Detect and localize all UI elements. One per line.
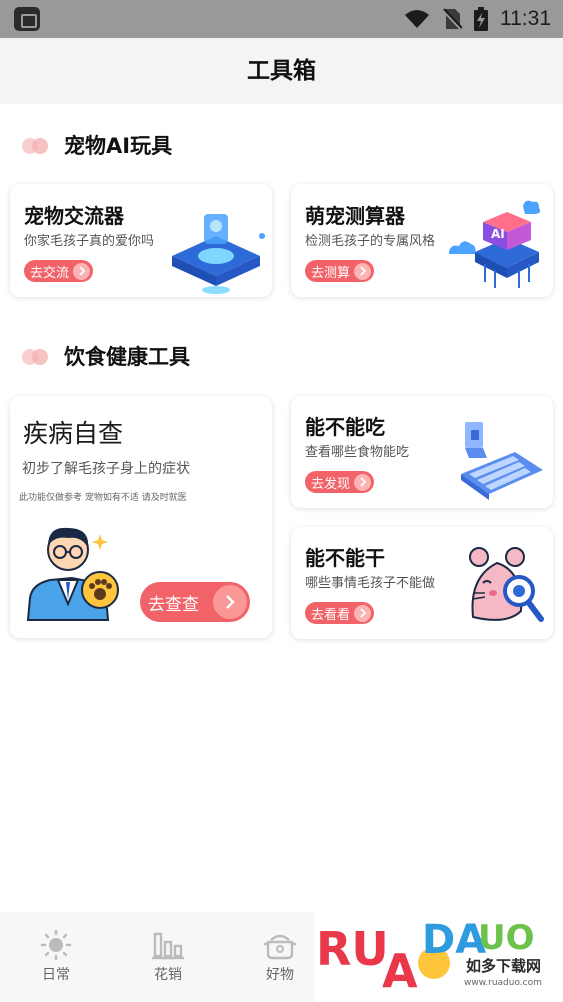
card-subtitle: 你家毛孩子真的爱你吗 — [24, 234, 155, 249]
button-label: 去交流 — [30, 265, 70, 281]
section-dots-icon — [22, 347, 50, 365]
chevron-right-icon — [354, 262, 372, 280]
no-sim-icon — [442, 8, 462, 30]
section-dots-icon — [22, 136, 50, 154]
svg-text:UO: UO — [478, 918, 535, 958]
section-title: 宠物AI玩具 — [64, 134, 173, 158]
button-label: 去发现 — [311, 476, 351, 492]
svg-text:RU: RU — [316, 922, 389, 976]
tab-expenses[interactable]: 花销 — [128, 930, 208, 984]
chevron-right-icon — [354, 604, 372, 622]
nav-bar: 工具箱 — [0, 38, 563, 104]
card-title: 宠物交流器 — [24, 204, 124, 228]
go-discover-button[interactable]: 去发现 — [305, 471, 375, 493]
status-icons: 11:31 — [404, 0, 551, 38]
go-look-button[interactable]: 去看看 — [305, 602, 375, 624]
page-title: 工具箱 — [247, 58, 316, 84]
section-header-pet-ai: 宠物AI玩具 — [22, 130, 172, 160]
notification-app-icon — [14, 7, 40, 31]
status-time: 11:31 — [500, 7, 551, 30]
sun-icon — [40, 930, 72, 960]
go-communicate-button[interactable]: 去交流 — [24, 260, 94, 282]
card-pet-calculator[interactable]: 萌宠测算器 检测毛孩子的专属风格 去测算 AI — [291, 184, 553, 297]
bar-chart-icon — [152, 932, 184, 960]
section-title: 饮食健康工具 — [64, 345, 190, 369]
doctor-illustration-icon — [26, 527, 119, 621]
card-title: 疾病自查 — [23, 419, 124, 448]
pot-icon — [264, 934, 296, 960]
button-label: 去看看 — [311, 607, 351, 623]
button-label: 去查查 — [148, 594, 199, 615]
ai-chip-illustration-icon: AI — [449, 200, 541, 288]
card-can-do[interactable]: 能不能干 哪些事情毛孩子不能做 去看看 — [291, 527, 553, 639]
wifi-icon — [405, 10, 429, 28]
card-can-eat[interactable]: 能不能吃 查看哪些食物能吃 去发现 — [291, 396, 553, 508]
tab-label: 好物 — [266, 967, 294, 983]
tab-label: 花销 — [154, 967, 182, 983]
tab-goods[interactable]: 好物 — [240, 930, 320, 984]
disclaimer-text: 此功能仅做参考 宠物如有不适 请及时就医 — [19, 493, 187, 503]
battery-charging-icon — [474, 7, 488, 31]
ruaduo-watermark: RU A DA UO 如多下载网 www.ruaduo.com — [314, 905, 563, 1002]
tab-daily[interactable]: 日常 — [16, 930, 96, 984]
card-title: 萌宠测算器 — [305, 204, 405, 228]
svg-text:A: A — [382, 944, 418, 998]
card-subtitle: 检测毛孩子的专属风格 — [305, 234, 436, 249]
lock-chip-illustration-icon — [172, 214, 265, 294]
chevron-right-icon — [213, 585, 247, 619]
tab-label: 日常 — [42, 967, 70, 983]
go-calculate-button[interactable]: 去测算 — [305, 260, 375, 282]
chevron-right-icon — [354, 473, 372, 491]
svg-text:www.ruaduo.com: www.ruaduo.com — [464, 978, 542, 988]
card-subtitle: 哪些事情毛孩子不能做 — [305, 576, 436, 591]
phone-list-illustration-icon — [461, 422, 543, 500]
card-subtitle: 初步了解毛孩子身上的症状 — [22, 461, 190, 477]
chevron-right-icon — [73, 262, 91, 280]
card-title: 能不能吃 — [305, 415, 385, 439]
card-title: 能不能干 — [305, 546, 385, 570]
section-header-diet-health: 饮食健康工具 — [22, 341, 190, 371]
card-subtitle: 查看哪些食物能吃 — [305, 445, 410, 460]
button-label: 去测算 — [311, 265, 351, 281]
svg-text:AI: AI — [491, 227, 505, 241]
hamster-magnifier-illustration-icon — [469, 547, 544, 622]
card-disease-self-check[interactable]: 疾病自查 初步了解毛孩子身上的症状 此功能仅做参考 宠物如有不适 请及时就医 去… — [10, 396, 272, 638]
card-pet-communicator[interactable]: 宠物交流器 你家毛孩子真的爱你吗 去交流 — [10, 184, 272, 297]
svg-text:如多下载网: 如多下载网 — [466, 957, 541, 975]
ruaduo-logo: RU A DA UO 如多下载网 www.ruaduo.com — [316, 917, 542, 998]
go-check-button[interactable]: 去查查 — [140, 582, 250, 622]
status-bar: 11:31 — [0, 0, 563, 38]
